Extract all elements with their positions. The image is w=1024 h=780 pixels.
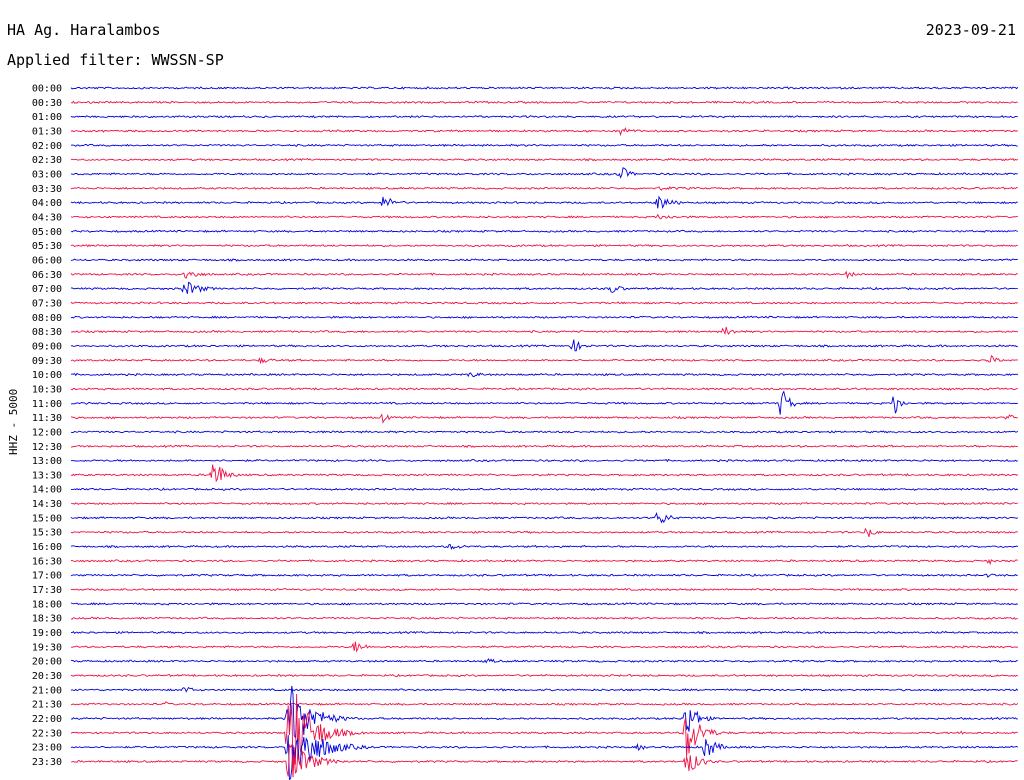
- time-label: 07:30: [32, 298, 62, 309]
- trace-line: [70, 602, 1019, 606]
- trace-line: [70, 464, 1019, 483]
- trace-line: [70, 616, 1018, 620]
- trace-line: [70, 587, 1018, 592]
- time-label: 08:30: [32, 327, 62, 338]
- trace-line: [70, 641, 1019, 653]
- trace-line: [71, 630, 1019, 635]
- trace-line: [70, 270, 1018, 280]
- time-label: 06:30: [32, 270, 62, 281]
- trace-line: [70, 114, 1018, 119]
- trace-line: [70, 413, 1018, 424]
- time-label: 11:00: [32, 399, 62, 410]
- time-label: 14:30: [32, 499, 62, 510]
- trace-line: [70, 693, 1018, 770]
- trace-line: [70, 444, 1018, 449]
- time-label: 03:30: [32, 184, 62, 195]
- trace-line: [70, 701, 1019, 706]
- time-label: 13:30: [32, 470, 62, 481]
- trace-line: [70, 243, 1018, 248]
- time-label: 04:00: [32, 198, 62, 209]
- time-label: 00:00: [32, 84, 62, 95]
- time-label: 18:00: [32, 599, 62, 610]
- trace-line: [70, 167, 1018, 179]
- time-label: 23:30: [32, 757, 62, 768]
- time-label: 15:30: [32, 528, 62, 539]
- time-label: 01:30: [32, 126, 62, 137]
- trace-line: [70, 685, 1018, 739]
- trace-line: [70, 686, 1019, 693]
- time-label: 10:30: [32, 384, 62, 395]
- trace-line: [70, 213, 1018, 220]
- time-label: 04:30: [32, 212, 62, 223]
- trace-line: [70, 86, 1019, 90]
- time-label: 15:00: [32, 513, 62, 524]
- trace-line: [70, 430, 1019, 434]
- trace-line: [70, 126, 1018, 137]
- time-label: 01:00: [32, 112, 62, 123]
- time-label: 18:30: [32, 614, 62, 625]
- time-label: 03:00: [32, 169, 62, 180]
- trace-line: [70, 355, 1018, 365]
- time-label: 05:00: [32, 227, 62, 238]
- time-label: 22:00: [32, 714, 62, 725]
- time-label: 02:00: [32, 141, 62, 152]
- trace-line: [70, 673, 1019, 678]
- time-label: 07:00: [32, 284, 62, 295]
- time-label: 17:00: [32, 571, 62, 582]
- trace-line: [70, 372, 1019, 378]
- time-label: 21:00: [32, 685, 62, 696]
- time-label: 20:30: [32, 671, 62, 682]
- time-label: 19:30: [32, 642, 62, 653]
- time-label: 02:30: [32, 155, 62, 166]
- trace-line: [70, 195, 1018, 210]
- time-label: 12:00: [32, 427, 62, 438]
- seismogram-plot: 00:00 00:30 01:00 01:30 02:00 02:30 03:00 03:30…: [32, 84, 1019, 780]
- time-label: 10:00: [32, 370, 62, 381]
- trace-line: [70, 501, 1018, 506]
- trace-line: [70, 157, 1019, 162]
- trace-line: [70, 143, 1018, 148]
- trace-line: [70, 527, 1018, 538]
- time-label: 09:00: [32, 341, 62, 352]
- time-label: 16:00: [32, 542, 62, 553]
- time-label: 05:30: [32, 241, 62, 252]
- trace-line: [70, 558, 1018, 566]
- trace-line: [70, 573, 1018, 578]
- trace-line: [70, 100, 1018, 105]
- time-label: 06:00: [32, 255, 62, 266]
- trace-line: [70, 281, 1018, 294]
- time-label: 00:30: [32, 98, 62, 109]
- time-label: 11:30: [32, 413, 62, 424]
- trace-line: [70, 186, 1018, 191]
- trace-line: [70, 326, 1019, 336]
- time-label: 12:30: [32, 442, 62, 453]
- trace-line: [70, 543, 1019, 550]
- time-label: 14:00: [32, 485, 62, 496]
- time-label: 08:00: [32, 313, 62, 324]
- trace-line: [70, 229, 1018, 233]
- trace-line: [70, 512, 1019, 524]
- trace-line: [70, 390, 1018, 415]
- trace-line: [70, 743, 1018, 778]
- trace-line: [70, 458, 1019, 463]
- trace-line: [70, 315, 1018, 319]
- trace-line: [70, 258, 1018, 262]
- time-label: 20:00: [32, 657, 62, 668]
- time-label: 19:00: [32, 628, 62, 639]
- time-label: 17:30: [32, 585, 62, 596]
- trace-line: [70, 301, 1019, 305]
- trace-line: [70, 339, 1018, 352]
- trace-line: [70, 487, 1019, 491]
- helicorder-view: HA Ag. Haralambos Applied filter: WWSSN-…: [0, 0, 1024, 780]
- trace-line: [70, 658, 1018, 664]
- time-label: 22:30: [32, 728, 62, 739]
- time-label: 23:00: [32, 743, 62, 754]
- trace-line: [70, 735, 1019, 780]
- time-label: 21:30: [32, 700, 62, 711]
- time-label: 16:30: [32, 556, 62, 567]
- time-label: 13:00: [32, 456, 62, 467]
- time-label: 09:30: [32, 356, 62, 367]
- trace-line: [70, 387, 1018, 391]
